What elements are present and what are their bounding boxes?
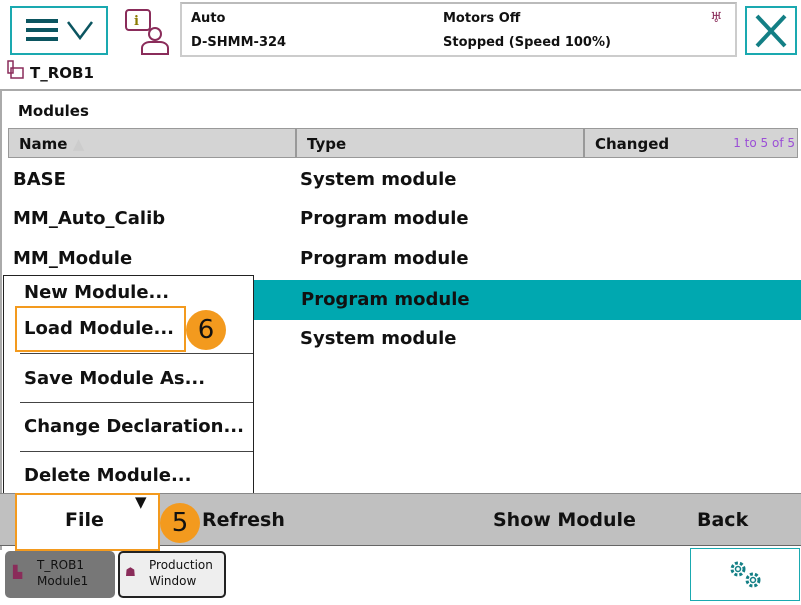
task-icon [7,60,24,79]
file-button[interactable]: File ▼ [15,493,160,551]
module-name: MM_Auto_Calib [13,208,166,229]
divider [0,90,2,550]
module-type: System module [300,169,457,190]
menu-item-delete-module[interactable]: Delete Module... [24,465,191,486]
module-type: Program module [300,248,469,269]
taskbar-label: Window [149,574,197,588]
controller-name: D-SHMM-324 [191,35,287,50]
section-title: Modules [18,102,89,120]
close-icon [755,14,787,48]
divider [20,402,253,403]
table-row[interactable]: MM_Module Program module [8,240,798,280]
close-button[interactable] [745,6,797,55]
event-log-icon[interactable]: i [124,8,172,56]
module-name: BASE [13,169,66,190]
dropdown-triangle-icon: ▼ [135,493,147,511]
status-bar[interactable]: Auto D-SHMM-324 Motors Off Stopped (Spee… [180,2,737,57]
column-label: Name [19,135,68,153]
divider [20,353,253,354]
step-5-badge: 5 [160,503,200,543]
taskbar-label: Module1 [37,574,89,588]
production-icon: ☗ [125,565,136,579]
taskbar-label: T_ROB1 [37,558,84,572]
load-module-highlight [15,306,186,352]
menu-item-change-declaration[interactable]: Change Declaration... [24,416,244,437]
menu-item-new-module[interactable]: New Module... [24,282,169,303]
hamburger-chevron-icon [26,19,93,41]
table-row[interactable]: BASE System module [8,160,798,200]
robot-icon: ♅ [710,10,723,26]
column-header-type[interactable]: Type [296,128,584,158]
module-name: MM_Module [13,248,133,269]
show-module-button[interactable]: Show Module [493,509,636,531]
main-menu-button[interactable] [10,6,108,55]
sort-ascending-icon: ▲ [72,135,85,153]
column-header-name[interactable]: Name ▲ [8,128,296,158]
quickset-button[interactable] [690,548,800,601]
divider [0,89,801,91]
table-row[interactable]: MM_Auto_Calib Program module [8,200,798,240]
pagination: 1 to 5 of 5 [733,136,795,150]
program-state: Stopped (Speed 100%) [443,35,611,50]
divider [20,451,253,452]
column-label: Type [307,135,347,153]
taskbar-program-editor[interactable]: ▙ T_ROB1 Module1 [5,551,115,598]
column-label: Changed [595,135,670,153]
step-6-badge: 6 [186,310,226,350]
menu-item-save-module-as[interactable]: Save Module As... [24,368,205,389]
task-icon: ▙ [13,565,23,579]
back-button[interactable]: Back [697,509,748,531]
refresh-button[interactable]: Refresh [202,509,285,531]
module-type: Program module [301,289,470,310]
operating-mode: Auto [191,11,226,26]
taskbar-production-window[interactable]: ☗ Production Window [118,551,226,598]
taskbar-label: Production [149,558,213,572]
column-header-changed[interactable]: Changed 1 to 5 of 5 [584,128,798,158]
motors-state: Motors Off [443,11,521,26]
module-type: Program module [300,208,469,229]
file-label: File [65,509,104,531]
module-type: System module [300,328,457,349]
task-name: T_ROB1 [30,64,94,82]
gears-icon [730,561,761,588]
svg-text:i: i [134,14,139,29]
